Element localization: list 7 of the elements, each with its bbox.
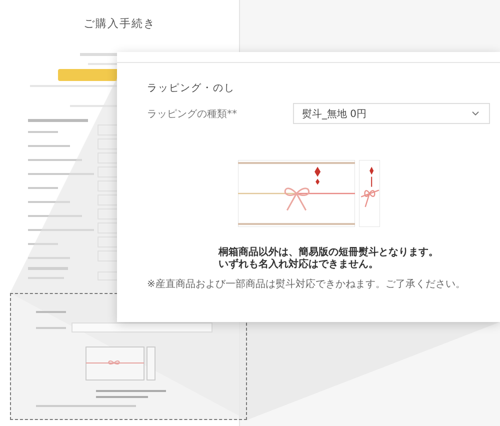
section-heading: ラッピング・のし	[147, 82, 236, 95]
noshi-message: 桐箱商品以外は、簡易版の短冊熨斗となります。 いずれも名入れ対応はできません。	[217, 247, 438, 271]
page-title: ご購入手続き	[84, 16, 156, 31]
tanzaku-noshi-drawing	[358, 160, 380, 227]
note-text: ※産直商品および一部商品は熨斗対応できかねます。ご了承ください。	[147, 278, 466, 291]
wrapping-type-select[interactable]: 熨斗_無地 0円	[293, 103, 490, 124]
field-label: ラッピングの種類**	[147, 108, 238, 120]
